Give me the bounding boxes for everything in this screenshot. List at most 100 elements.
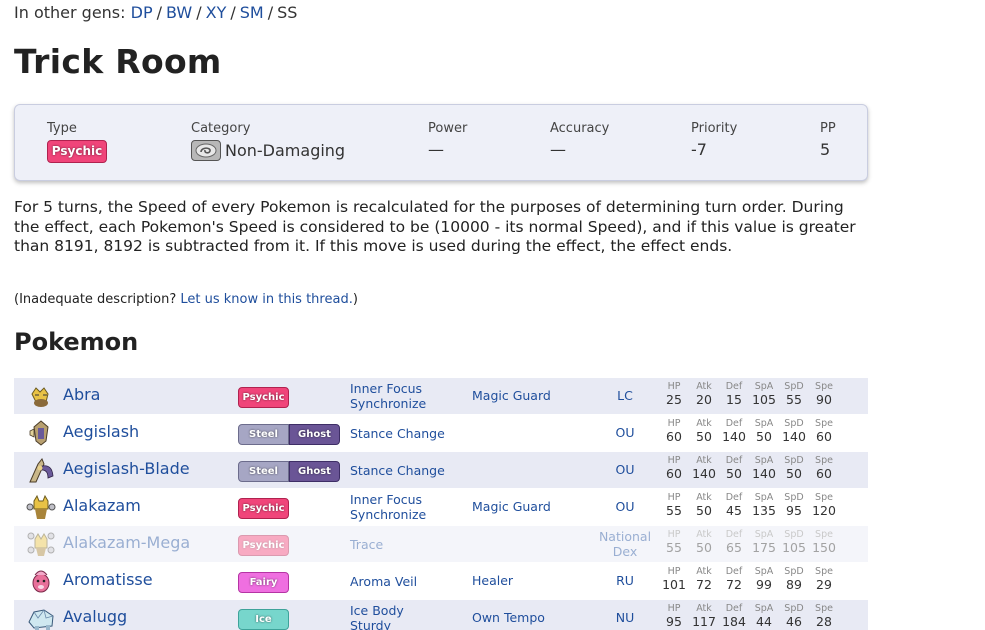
type-badge-psychic[interactable]: Psychic [238, 387, 289, 408]
category-column: Category Non-Damaging [191, 121, 345, 161]
tier-label: LC [617, 388, 633, 403]
pokemon-tier[interactable]: OU [598, 425, 652, 440]
category-heading: Category [191, 121, 251, 136]
accuracy-column: Accuracy — [550, 121, 609, 159]
stat-header: SpA [754, 455, 774, 466]
type-badge-ice[interactable]: Ice [238, 609, 289, 630]
stat-header: Spe [815, 381, 833, 392]
pokemon-tier[interactable]: RU [598, 573, 652, 588]
pokemon-row[interactable]: Aromatisse Fairy Aroma Veil Healer RU HP 101 At… [14, 562, 868, 599]
type-badge-fairy[interactable]: Fairy [238, 572, 289, 593]
stat-header: SpD [784, 566, 804, 577]
pokemon-name-link[interactable]: Avalugg [63, 607, 127, 626]
stat-value: 140 [692, 466, 716, 481]
pokemon-abilities: Trace [350, 537, 383, 552]
stat-cell: Spe 120 [809, 492, 839, 519]
stat-header: SpA [754, 529, 774, 540]
type-badge-ghost[interactable]: Ghost [289, 461, 340, 482]
ability-link[interactable]: Synchronize [350, 507, 426, 522]
type-badge-ghost[interactable]: Ghost [289, 424, 340, 445]
stat-header: Atk [696, 492, 712, 503]
pokemon-tier[interactable]: OU [598, 462, 652, 477]
type-heading: Type [47, 121, 77, 136]
pokemon-row[interactable]: Alakazam Psychic Inner Focus Synchronize Mag… [14, 488, 868, 525]
pokemon-name-link[interactable]: Alakazam [63, 496, 141, 515]
ability-link[interactable]: Inner Focus [350, 492, 426, 507]
gen-link-xy[interactable]: XY [206, 3, 227, 22]
pokemon-row[interactable]: Aegislash-Blade Steel Ghost Stance Change OU… [14, 451, 868, 488]
stat-cell: SpA 175 [749, 529, 779, 556]
stat-cell: HP 60 [659, 418, 689, 445]
other-gens-label: In other gens: [14, 3, 126, 22]
other-gens-nav: In other gens: DP / BW / XY / SM / SS [14, 3, 297, 22]
pokemon-name-link[interactable]: Alakazam-Mega [63, 533, 190, 552]
ability-link[interactable]: Aroma Veil [350, 574, 417, 589]
stat-value: 105 [752, 392, 776, 407]
ability-link[interactable]: Synchronize [350, 396, 426, 411]
note-prefix: (Inadequate description? [14, 292, 177, 307]
pokemon-name-link[interactable]: Aegislash-Blade [63, 459, 190, 478]
stat-value: 101 [662, 577, 686, 592]
stat-header: HP [667, 603, 681, 614]
type-badge-psychic[interactable]: Psychic [238, 498, 289, 519]
stat-cell: Spe 60 [809, 455, 839, 482]
aromatisse-sprite-icon [26, 567, 56, 595]
ability-link[interactable]: Sturdy [350, 618, 404, 630]
gen-separator: / [230, 3, 236, 22]
stat-value: 28 [816, 614, 832, 629]
hidden-ability-link[interactable]: Magic Guard [472, 499, 551, 514]
stat-header: HP [667, 455, 681, 466]
move-type-badge[interactable]: Psychic [47, 140, 107, 163]
pokemon-tier[interactable]: NU [598, 610, 652, 625]
pokemon-tier[interactable]: National Dex [598, 529, 652, 559]
hidden-ability-link[interactable]: Own Tempo [472, 610, 545, 625]
ability-link[interactable]: Trace [350, 537, 383, 552]
tier-label: OU [615, 499, 635, 514]
pokemon-name-link[interactable]: Aegislash [63, 422, 139, 441]
pokemon-name-link[interactable]: Abra [63, 385, 100, 404]
pokemon-abilities: Stance Change [350, 463, 445, 478]
ability-link[interactable]: Stance Change [350, 463, 445, 478]
ability-link[interactable]: Stance Change [350, 426, 445, 441]
gen-link-dp[interactable]: DP [131, 3, 153, 22]
pokemon-name-link[interactable]: Aromatisse [63, 570, 153, 589]
move-pp: 5 [820, 140, 831, 159]
stat-cell: SpA 99 [749, 566, 779, 593]
ability-link[interactable]: Ice Body [350, 603, 404, 618]
hidden-ability-link[interactable]: Magic Guard [472, 388, 551, 403]
stat-header: Spe [815, 603, 833, 614]
pokemon-row[interactable]: Alakazam-Mega Psychic Trace National Dex HP 55… [14, 525, 868, 562]
pokemon-base-stats: HP 25 Atk 20 Def 15 SpA 105 SpD 55 Spe 90 [659, 381, 839, 408]
type-badge-psychic[interactable]: Psychic [238, 535, 289, 556]
gen-link-sm[interactable]: SM [240, 3, 264, 22]
stat-cell: SpD 89 [779, 566, 809, 593]
pokemon-tier[interactable]: LC [598, 388, 652, 403]
stat-header: Def [725, 418, 743, 429]
stat-value: 44 [756, 614, 772, 629]
stat-header: SpD [784, 603, 804, 614]
ability-link[interactable]: Inner Focus [350, 381, 426, 396]
pokemon-row[interactable]: Avalugg Ice Ice Body Sturdy Own Tempo NU HP 95 A… [14, 599, 868, 630]
feedback-thread-link[interactable]: Let us know in this thread. [180, 292, 352, 307]
hidden-ability-link[interactable]: Healer [472, 573, 513, 588]
tier-label: NU [615, 610, 635, 625]
type-badge-steel[interactable]: Steel [238, 461, 289, 482]
aegislash-blade-sprite-icon [26, 456, 56, 484]
stat-cell: Def 15 [719, 381, 749, 408]
pokemon-row[interactable]: Abra Psychic Inner Focus Synchronize Magic G… [14, 377, 868, 414]
type-badge-steel[interactable]: Steel [238, 424, 289, 445]
stat-value: 120 [812, 503, 836, 518]
pokemon-tier[interactable]: OU [598, 499, 652, 514]
stat-cell: HP 25 [659, 381, 689, 408]
pokemon-types: Steel Ghost [238, 424, 340, 445]
abra-sprite-icon [26, 382, 56, 410]
stat-value: 105 [782, 540, 806, 555]
stat-value: 60 [816, 466, 832, 481]
stat-header: Def [725, 529, 743, 540]
stat-value: 25 [666, 392, 682, 407]
gen-link-bw[interactable]: BW [166, 3, 192, 22]
pokemon-row[interactable]: Aegislash Steel Ghost Stance Change OU HP 60 At… [14, 414, 868, 451]
pokemon-abilities: Aroma Veil [350, 574, 417, 589]
stat-cell: Def 45 [719, 492, 749, 519]
stat-header: HP [667, 529, 681, 540]
